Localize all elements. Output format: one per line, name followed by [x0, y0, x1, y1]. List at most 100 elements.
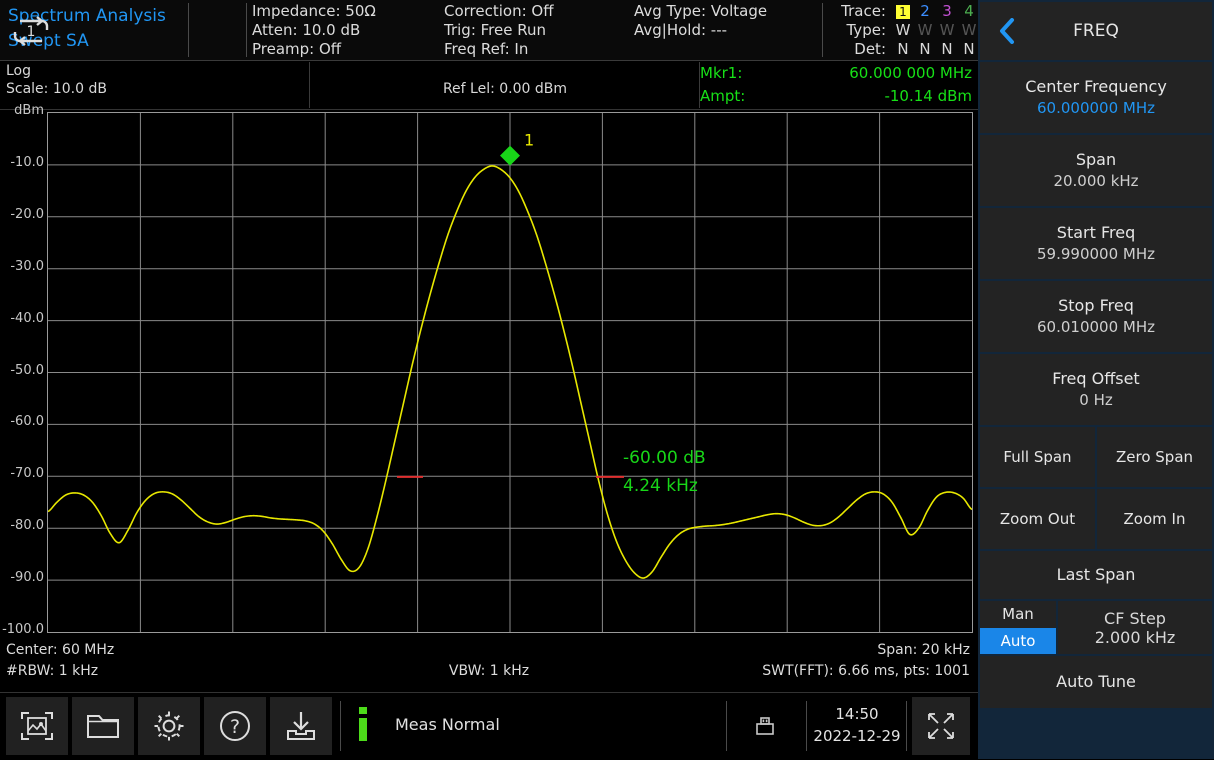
- y-tick-label: -20.0: [10, 207, 44, 222]
- trace-4-selector[interactable]: 4: [958, 2, 980, 21]
- trace-2-selector[interactable]: 2: [914, 2, 936, 21]
- header-column-rf: Impedance: 50Ω Atten: 10.0 dB Preamp: Of…: [252, 2, 376, 62]
- softkey-zero-span[interactable]: Zero Span: [1097, 427, 1212, 487]
- marker-ampt-label: Ampt:: [700, 85, 745, 108]
- usb-status[interactable]: [742, 703, 788, 749]
- clock-time: 14:50: [812, 703, 902, 725]
- clock: 14:50 2022-12-29: [812, 703, 902, 747]
- bandwidth-width-label: 4.24 kHz: [623, 476, 698, 496]
- softkey-panel: FREQ Center Frequency 60.000000 MHz Span…: [978, 0, 1214, 759]
- y-tick-label: dBm: [14, 103, 44, 118]
- trace-det-label: Det:: [830, 40, 886, 59]
- settings-button[interactable]: [138, 697, 200, 755]
- y-tick-label: -40.0: [10, 311, 44, 326]
- ref-level-label[interactable]: Ref Lel: 0.00 dBm: [310, 81, 700, 97]
- softkey-title: Span: [1076, 149, 1116, 171]
- chevron-left-icon[interactable]: [998, 18, 1016, 44]
- status-header: Spectrum Analysis Swept SA 1 Impedance: …: [0, 0, 978, 61]
- measurement-status: Meas Normal: [357, 707, 500, 741]
- softkey-value: 20.000 kHz: [1053, 171, 1138, 192]
- marker-label: Mkr1:: [700, 62, 742, 85]
- softkey-stop-freq[interactable]: Stop Freq 60.010000 MHz: [980, 281, 1212, 352]
- trace-type-label: Type:: [830, 21, 886, 40]
- header-divider: [822, 3, 823, 57]
- softkey-zoom-in[interactable]: Zoom In: [1097, 489, 1212, 549]
- center-freq-label[interactable]: Center: 60 MHz: [6, 642, 114, 658]
- marker-ampt-value: -10.14 dBm: [884, 85, 972, 108]
- fullscreen-button[interactable]: [912, 697, 970, 755]
- trace-4-det: N: [958, 40, 980, 59]
- softkey-span[interactable]: Span 20.000 kHz: [980, 135, 1212, 206]
- trace-status-block: Trace: 1 2 3 4 Type: W W W W Det: N N: [830, 2, 980, 59]
- softkey-title: Freq Offset: [1052, 368, 1139, 390]
- preamp-text: Preamp: Off: [252, 40, 376, 59]
- scale-block[interactable]: Log Scale: 10.0 dB: [6, 62, 107, 98]
- softkey-value: 59.990000 MHz: [1037, 244, 1155, 265]
- continuous-sweep-icon: 1: [8, 16, 54, 46]
- header-divider: [188, 3, 189, 57]
- scale-marker-infobar: Log Scale: 10.0 dB Ref Lel: 0.00 dBm Mkr…: [0, 61, 978, 110]
- softkey-value: 2.000 kHz: [1095, 628, 1176, 647]
- impedance-text: Impedance: 50Ω: [252, 2, 376, 21]
- trace-2-det: N: [914, 40, 936, 59]
- softkey-span-row-2: Zoom Out Zoom In: [980, 489, 1212, 549]
- graticule-area: dBm-10.0-20.0-30.0-40.0-50.0-60.0-70.0-8…: [0, 110, 978, 640]
- save-icon: [283, 709, 319, 743]
- marker-1-diamond: [500, 146, 520, 166]
- softkey-last-span[interactable]: Last Span: [980, 551, 1212, 599]
- softkey-freq-offset[interactable]: Freq Offset 0 Hz: [980, 354, 1212, 425]
- y-tick-label: -100.0: [2, 622, 44, 637]
- panel-header[interactable]: FREQ: [980, 2, 1212, 60]
- param-row-1: Center: 60 MHz Span: 20 kHz: [0, 642, 978, 663]
- swt-label[interactable]: SWT(FFT): 6.66 ms, pts: 1001: [762, 663, 970, 679]
- trace-1-type: W: [892, 21, 914, 40]
- softkey-cf-step[interactable]: CF Step 2.000 kHz: [1058, 601, 1212, 654]
- auto-option[interactable]: Auto: [980, 628, 1056, 655]
- trace-type-row: Type: W W W W: [830, 21, 980, 40]
- help-button[interactable]: ?: [204, 697, 266, 755]
- softkey-value: 60.000000 MHz: [1037, 98, 1155, 119]
- toolbar-divider: [726, 701, 727, 751]
- header-column-trigger: Correction: Off Trig: Free Run Freq Ref:…: [444, 2, 554, 62]
- softkey-title: Start Freq: [1057, 222, 1135, 244]
- file-button[interactable]: [72, 697, 134, 755]
- toolbar-divider: [340, 701, 341, 751]
- trigger-text: Trig: Free Run: [444, 21, 554, 40]
- status-text: Meas Normal: [395, 715, 500, 734]
- info-icon: [357, 707, 369, 741]
- freq-ref-text: Freq Ref: In: [444, 40, 554, 59]
- y-tick-label: -60.0: [10, 414, 44, 429]
- softkey-title: CF Step: [1104, 609, 1166, 628]
- softkey-zoom-out[interactable]: Zoom Out: [980, 489, 1095, 549]
- trace-4-type: W: [958, 21, 980, 40]
- bottom-toolbar: ? Meas Normal: [0, 692, 978, 760]
- header-column-average: Avg Type: Voltage Avg|Hold: ---: [634, 2, 767, 62]
- trace-1-selector[interactable]: 1: [892, 2, 914, 21]
- marker-1-label: 1: [524, 131, 534, 150]
- softkey-title: Center Frequency: [1025, 76, 1167, 98]
- atten-text: Atten: 10.0 dB: [252, 21, 376, 40]
- usb-icon: [754, 715, 776, 737]
- screenshot-button[interactable]: [6, 697, 68, 755]
- man-option[interactable]: Man: [980, 601, 1056, 628]
- softkey-title: Last Span: [1057, 564, 1136, 586]
- marker-freq-value: 60.000 000 MHz: [849, 62, 972, 85]
- marker-readout[interactable]: Mkr1: 60.000 000 MHz Ampt: -10.14 dBm: [700, 62, 972, 108]
- sweep-parameter-bar: Center: 60 MHz Span: 20 kHz #RBW: 1 kHz …: [0, 642, 978, 690]
- trace-3-selector[interactable]: 3: [936, 2, 958, 21]
- man-auto-toggle[interactable]: Man Auto: [980, 601, 1056, 654]
- softkey-start-freq[interactable]: Start Freq 59.990000 MHz: [980, 208, 1212, 279]
- trace-det-row: Det: N N N N: [830, 40, 980, 59]
- softkey-full-span[interactable]: Full Span: [980, 427, 1095, 487]
- save-button[interactable]: [270, 697, 332, 755]
- softkey-span-row-1: Full Span Zero Span: [980, 427, 1212, 487]
- softkey-center-frequency[interactable]: Center Frequency 60.000000 MHz: [980, 62, 1212, 133]
- span-label[interactable]: Span: 20 kHz: [877, 642, 970, 658]
- expand-arrows-icon: [921, 706, 961, 746]
- scale-mode-label: Log: [6, 62, 107, 80]
- scale-value-label: Scale: 10.0 dB: [6, 80, 107, 98]
- softkey-auto-tune[interactable]: Auto Tune: [980, 656, 1212, 708]
- marker-freq-line: Mkr1: 60.000 000 MHz: [700, 62, 972, 85]
- trace-3-det: N: [936, 40, 958, 59]
- trace-plot[interactable]: -60.00 dB4.24 kHz1: [47, 112, 973, 633]
